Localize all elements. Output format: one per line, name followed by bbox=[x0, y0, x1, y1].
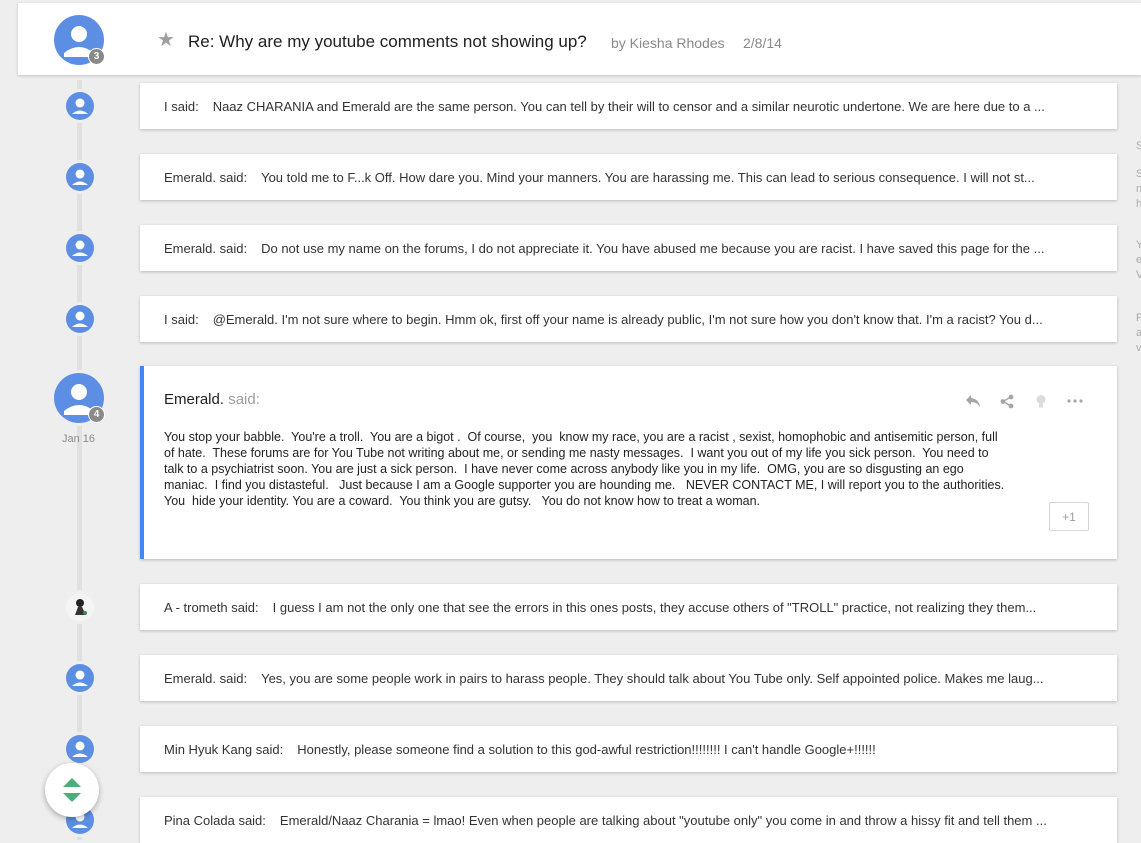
thread-title: Re: Why are my youtube comments not show… bbox=[188, 32, 587, 51]
post-author: A - trometh said: bbox=[164, 599, 259, 615]
profile-photo bbox=[66, 593, 94, 621]
thread-header: 3 ★ Re: Why are my youtube comments not … bbox=[18, 3, 1141, 75]
thread-author[interactable]: by Kiesha Rhodes bbox=[611, 35, 725, 51]
post-snippet: You told me to F...k Off. How dare you. … bbox=[261, 169, 1035, 185]
collapsed-post[interactable]: I said: @Emerald. I'm not sure where to … bbox=[140, 296, 1117, 342]
plus-one-button[interactable]: +1 bbox=[1049, 502, 1089, 531]
expand-collapse-icon bbox=[63, 778, 81, 802]
collapsed-post[interactable]: A - trometh said: I guess I am not the o… bbox=[140, 584, 1117, 630]
expanded-post-date: Jan 16 bbox=[62, 433, 96, 445]
post-snippet: Naaz CHARANIA and Emerald are the same p… bbox=[212, 98, 1045, 114]
post-avatar[interactable] bbox=[66, 92, 94, 120]
post-avatar[interactable] bbox=[66, 163, 94, 191]
post-avatar[interactable] bbox=[66, 593, 94, 621]
post-snippet: Do not use my name on the forums, I do n… bbox=[261, 240, 1045, 256]
person-icon bbox=[72, 240, 88, 256]
post-avatar[interactable] bbox=[66, 234, 94, 262]
post-author: Emerald. said: bbox=[164, 240, 248, 256]
post-avatar[interactable] bbox=[66, 735, 94, 763]
person-icon bbox=[72, 311, 88, 327]
lightbulb-icon[interactable] bbox=[1030, 390, 1052, 412]
thread-date: 2/8/14 bbox=[743, 35, 782, 51]
star-icon[interactable]: ★ bbox=[157, 27, 175, 52]
post-author: I said: bbox=[164, 98, 199, 114]
collapsed-post[interactable]: Emerald. said: You told me to F...k Off.… bbox=[140, 154, 1117, 200]
person-icon bbox=[72, 169, 88, 185]
expanded-post-author[interactable]: Emerald. bbox=[164, 391, 224, 408]
timeline-line bbox=[77, 80, 82, 840]
person-icon bbox=[72, 741, 88, 757]
share-icon[interactable] bbox=[996, 390, 1018, 412]
post-author: Emerald. said: bbox=[164, 670, 248, 686]
reply-icon[interactable] bbox=[962, 390, 984, 412]
collapsed-post[interactable]: Emerald. said: Do not use my name on the… bbox=[140, 225, 1117, 271]
collapsed-post[interactable]: Min Hyuk Kang said: Honestly, please som… bbox=[140, 726, 1117, 772]
post-author: Min Hyuk Kang said: bbox=[164, 741, 284, 757]
post-avatar[interactable] bbox=[66, 664, 94, 692]
post-author: Pina Colada said: bbox=[164, 812, 266, 828]
sidebar-clipped-text: F a v bbox=[1136, 312, 1141, 354]
person-icon bbox=[72, 98, 88, 114]
person-icon bbox=[72, 670, 88, 686]
collapsed-post[interactable]: Pina Colada said: Emerald/Naaz Charania … bbox=[140, 797, 1117, 843]
said-label: said: bbox=[228, 391, 260, 408]
post-snippet: Yes, you are some people work in pairs t… bbox=[261, 670, 1044, 686]
post-snippet: Honestly, please someone find a solution… bbox=[297, 741, 876, 757]
post-snippet: Emerald/Naaz Charania = lmao! Even when … bbox=[279, 812, 1047, 828]
sidebar-clipped-text: Y e V bbox=[1136, 239, 1141, 281]
sidebar-clipped-text: S bbox=[1136, 140, 1141, 152]
post-avatar[interactable] bbox=[66, 305, 94, 333]
post-snippet: @Emerald. I'm not sure where to begin. H… bbox=[212, 311, 1043, 327]
collapsed-post[interactable]: Emerald. said: Yes, you are some people … bbox=[140, 655, 1117, 701]
scroll-toggle-button[interactable] bbox=[45, 763, 99, 817]
post-author: Emerald. said: bbox=[164, 169, 248, 185]
post-author: I said: bbox=[164, 311, 199, 327]
participant-count-badge: 3 bbox=[88, 48, 105, 65]
collapsed-post[interactable]: I said: Naaz CHARANIA and Emerald are th… bbox=[140, 83, 1117, 129]
more-icon[interactable] bbox=[1064, 390, 1086, 412]
expanded-post: Emerald. said: You stop your babble. You… bbox=[140, 366, 1117, 559]
post-snippet: I guess I am not the only one that see t… bbox=[272, 599, 1037, 615]
expanded-post-body: You stop your babble. You're a troll. Yo… bbox=[164, 430, 1005, 508]
expanded-post-header: Emerald. said: bbox=[164, 391, 260, 408]
post-count-badge: 4 bbox=[88, 406, 105, 423]
sidebar-clipped-text: S n h bbox=[1136, 168, 1141, 210]
